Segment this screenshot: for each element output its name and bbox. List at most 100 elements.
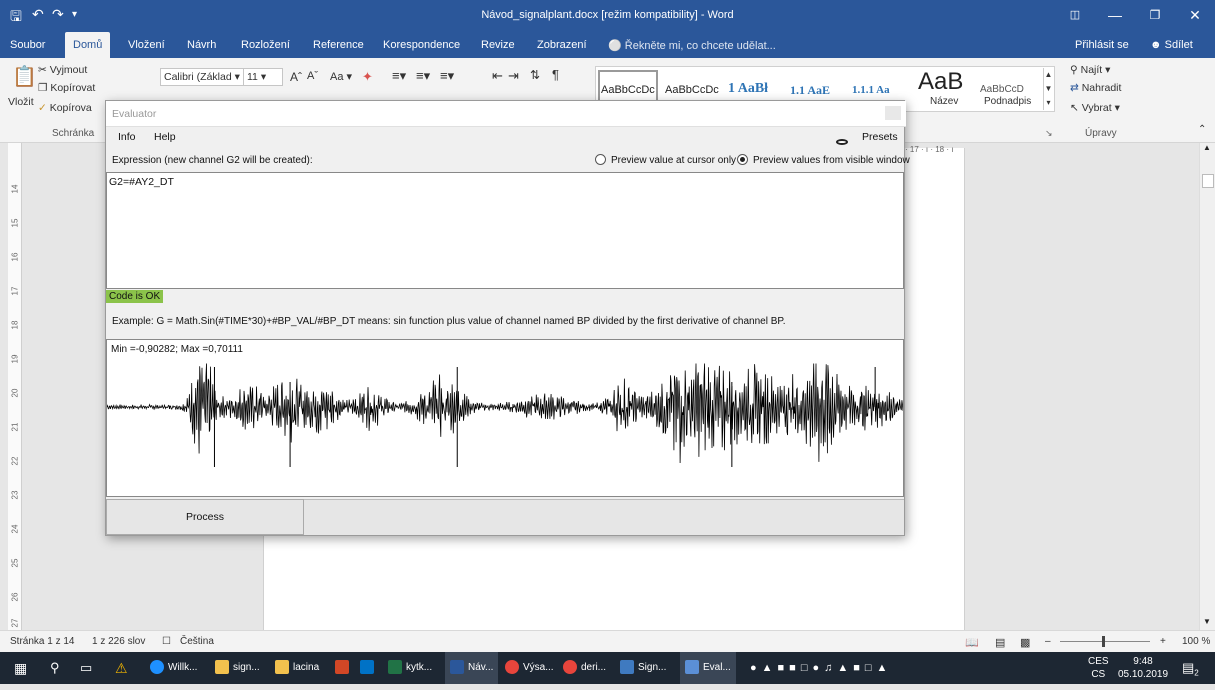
scroll-thumb[interactable] <box>1202 174 1214 188</box>
folder-icon <box>275 660 289 675</box>
taskbar-item-word[interactable]: Náv... <box>445 652 499 684</box>
taskbar-item-chrome1[interactable]: Výsa... <box>505 652 554 684</box>
taskbar-item-outlook[interactable] <box>360 652 378 684</box>
warning-icon[interactable]: ⚠ <box>115 652 128 684</box>
signal-preview-plot[interactable]: Min =-0,90282; Max =0,70111 <box>106 339 904 497</box>
tab-design[interactable]: Návrh <box>187 39 216 51</box>
status-bar: Stránka 1 z 14 1 z 226 slov ☐ Čeština 📖 … <box>0 630 1215 652</box>
search-icon[interactable]: ⚲ <box>50 652 60 684</box>
task-view-icon[interactable]: ▭ <box>80 652 92 684</box>
taskbar-item-excel[interactable]: kytk... <box>388 652 432 684</box>
decrease-indent-icon[interactable]: ⇤ <box>492 68 503 84</box>
sort-icon[interactable]: ⇅ <box>530 68 540 82</box>
evaluator-close-button[interactable] <box>885 106 901 120</box>
show-marks-icon[interactable]: ¶ <box>552 67 559 82</box>
read-mode-icon[interactable]: 📖 <box>965 636 979 649</box>
multilevel-list-icon[interactable]: ≡▾ <box>440 68 454 84</box>
paste-button[interactable]: Vložit <box>8 96 34 108</box>
bullets-icon[interactable]: ≡▾ <box>392 68 406 84</box>
tab-insert[interactable]: Vložení <box>128 39 165 51</box>
evaluator-title-bar[interactable]: Evaluator <box>106 101 906 127</box>
presets-button[interactable]: Presets <box>862 131 898 143</box>
ribbon-tabs: Soubor Domů Vložení Návrh Rozložení Refe… <box>0 32 1215 58</box>
taskbar-item-folder1[interactable]: sign... <box>215 652 260 684</box>
styles-scroll-icon[interactable]: ▲ ▼ ▾ <box>1043 68 1053 110</box>
clear-formatting-icon[interactable]: ✦ <box>362 69 373 85</box>
share-button[interactable]: ☻ Sdílet <box>1150 39 1193 51</box>
expression-input[interactable]: G2=#AY2_DT <box>106 172 904 289</box>
tab-home[interactable]: Domů <box>65 32 111 58</box>
word-count[interactable]: 1 z 226 slov <box>92 636 145 647</box>
scroll-down-icon[interactable]: ▼ <box>1203 617 1211 626</box>
font-name-select[interactable]: Calibri (Základ ▾ <box>160 68 252 86</box>
radio-visible-window[interactable] <box>737 154 748 165</box>
increase-indent-icon[interactable]: ⇥ <box>508 68 519 84</box>
signalplant-icon <box>620 660 634 675</box>
tell-me-search[interactable]: ⚪ Řekněte mi, co chcete udělat... <box>608 39 776 52</box>
tab-layout[interactable]: Rozložení <box>241 39 290 51</box>
tab-references[interactable]: Reference <box>313 39 364 51</box>
windows-start-icon[interactable]: ▦ <box>14 652 27 684</box>
zoom-slider[interactable] <box>1060 641 1150 642</box>
minimize-button[interactable]: — <box>1095 4 1135 28</box>
format-painter-button[interactable]: ✓ Kopírova <box>38 102 92 114</box>
change-case-icon[interactable]: Aa ▾ <box>330 70 352 83</box>
taskbar-item-signalplant[interactable]: Sign... <box>620 652 666 684</box>
taskbar-item-evaluator[interactable]: Eval... <box>680 652 736 684</box>
evaluator-bottom-panel <box>304 499 904 535</box>
print-layout-icon[interactable]: ▤ <box>995 636 1005 649</box>
cut-button[interactable]: ✂ Vyjmout <box>38 64 87 76</box>
proofing-icon[interactable]: ☐ <box>162 636 171 647</box>
signal-chart <box>107 363 903 467</box>
taskbar-item-powerpoint[interactable] <box>335 652 353 684</box>
ruler-mark: 15 <box>10 218 20 228</box>
input-language[interactable]: CES CS <box>1088 652 1109 684</box>
tab-mailings[interactable]: Korespondence <box>383 39 460 51</box>
collapse-ribbon-icon[interactable]: ⌃ <box>1198 124 1206 135</box>
radio-visible-window-label[interactable]: Preview values from visible window <box>753 155 910 166</box>
ruler-mark: 19 <box>10 354 20 364</box>
process-button[interactable]: Process <box>106 499 304 535</box>
close-button[interactable]: ✕ <box>1175 4 1215 28</box>
radio-cursor-only[interactable] <box>595 154 606 165</box>
restore-button[interactable]: ❐ <box>1135 4 1175 28</box>
shrink-font-icon[interactable]: Aˇ <box>307 70 318 82</box>
grow-font-icon[interactable]: Aˆ <box>290 70 302 84</box>
find-button[interactable]: ⚲ Najít ▾ <box>1070 64 1110 76</box>
zoom-in-icon[interactable]: + <box>1160 636 1166 647</box>
tab-review[interactable]: Revize <box>481 39 515 51</box>
zoom-slider-thumb[interactable] <box>1102 636 1105 647</box>
sign-in-link[interactable]: Přihlásit se <box>1075 39 1129 51</box>
clock[interactable]: 9:48 05.10.2019 <box>1117 655 1169 681</box>
scroll-up-icon[interactable]: ▲ <box>1203 143 1211 152</box>
styles-dialog-launcher-icon[interactable]: ↘ <box>1045 128 1053 139</box>
zoom-level[interactable]: 100 % <box>1182 636 1210 647</box>
numbering-icon[interactable]: ≡▾ <box>416 68 430 84</box>
copy-button[interactable]: ❐ Kopírovat <box>38 82 95 94</box>
select-button[interactable]: ↖ Vybrat ▾ <box>1070 102 1120 114</box>
vertical-scrollbar[interactable]: ▲ ▼ <box>1199 143 1215 630</box>
tab-file[interactable]: Soubor <box>10 39 45 51</box>
person-icon: ☻ <box>1150 39 1165 51</box>
ie-icon <box>150 660 164 675</box>
paste-icon[interactable]: 📋 <box>12 64 37 89</box>
page-count[interactable]: Stránka 1 z 14 <box>10 636 74 647</box>
taskbar-item-folder2[interactable]: lacina <box>275 652 319 684</box>
powerpoint-icon <box>335 660 349 675</box>
radio-cursor-only-label[interactable]: Preview value at cursor only <box>611 155 736 166</box>
font-size-select[interactable]: 11 ▾ <box>243 68 283 86</box>
expression-label: Expression (new channel G2 will be creat… <box>112 155 313 166</box>
taskbar-item-chrome2[interactable]: deri... <box>563 652 606 684</box>
notifications-icon[interactable]: ▤2 <box>1182 652 1199 684</box>
taskbar-item-ie[interactable]: Willk... <box>150 652 197 684</box>
menu-help[interactable]: Help <box>154 131 176 143</box>
language[interactable]: Čeština <box>180 636 214 647</box>
system-tray-icons[interactable]: ●▲■■□●♫▲■□▲ <box>750 652 892 684</box>
zoom-out-icon[interactable]: – <box>1045 636 1051 647</box>
ribbon-display-options-icon[interactable]: ◫ <box>1055 4 1095 28</box>
replace-button[interactable]: ⇄ Nahradit <box>1070 82 1121 94</box>
presets-icon[interactable] <box>836 139 848 145</box>
tab-view[interactable]: Zobrazení <box>537 39 587 51</box>
web-layout-icon[interactable]: ▩ <box>1020 636 1030 649</box>
menu-info[interactable]: Info <box>118 131 136 143</box>
